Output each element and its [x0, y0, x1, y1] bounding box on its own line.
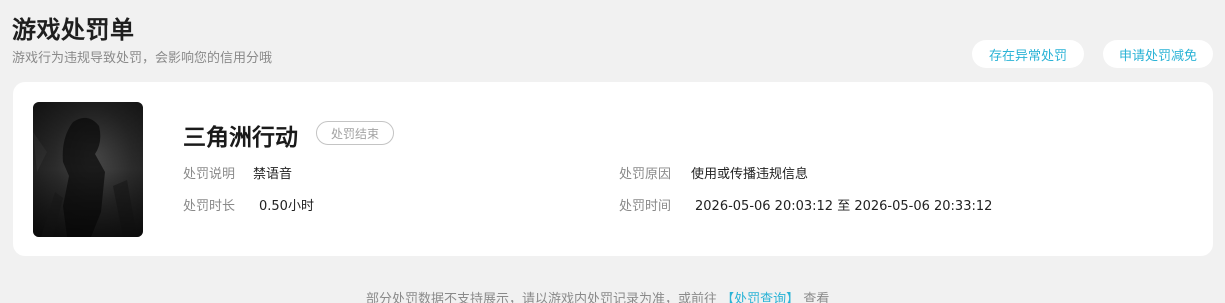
penalty-duration-label: 处罚时长 [183, 199, 236, 214]
footer-note-prefix: 部分处罚数据不支持展示，请以游戏内处罚记录为准，或前往 [366, 292, 718, 303]
penalty-reason-label: 处罚原因 [619, 167, 672, 182]
penalty-card: 三角洲行动 处罚结束 处罚说明 禁语音 处罚时长 0.50小时 处罚原因 使用或… [13, 82, 1213, 256]
footer-note: 部分处罚数据不支持展示，请以游戏内处罚记录为准，或前往 【处罚查询】 查看 [366, 288, 829, 303]
status-badge: 处罚结束 [316, 121, 395, 145]
page: 游戏处罚单 游戏行为违规导致处罚，会影响您的信用分哦 存在异常处罚 申请处罚减免 [0, 0, 1225, 303]
game-cover-image [33, 102, 143, 237]
game-name: 三角洲行动 [183, 125, 298, 151]
footer-note-suffix: 查看 [803, 292, 830, 303]
penalty-description-label: 处罚说明 [183, 167, 236, 182]
penalty-reason-value: 使用或传播违规信息 [691, 167, 809, 182]
apply-reduction-button[interactable]: 申请处罚减免 [1103, 40, 1213, 68]
penalty-description-value: 禁语音 [253, 167, 293, 182]
page-subtitle: 游戏行为违规导致处罚，会影响您的信用分哦 [12, 51, 273, 66]
penalty-time-value: 2026-05-06 20:03:12 至 2026-05-06 20:33:1… [695, 199, 993, 214]
page-title: 游戏处罚单 [12, 16, 135, 44]
report-anomaly-button[interactable]: 存在异常处罚 [972, 40, 1084, 68]
penalty-duration-value: 0.50小时 [259, 199, 314, 214]
penalty-query-link[interactable]: 【处罚查询】 [721, 292, 799, 303]
penalty-time-label: 处罚时间 [619, 199, 672, 214]
